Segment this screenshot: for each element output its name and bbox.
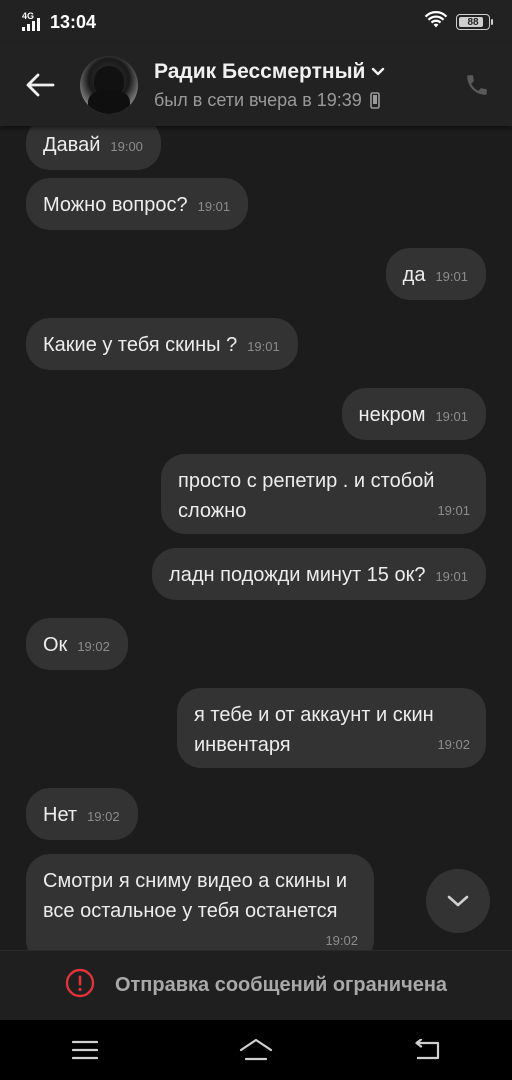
message-text: Можно вопрос? bbox=[43, 194, 188, 216]
arrow-left-icon bbox=[26, 73, 55, 97]
message-time: 19:01 bbox=[435, 569, 468, 584]
message-incoming[interactable]: Смотри я сниму видео а скины и все остал… bbox=[26, 854, 374, 950]
contact-status: был в сети вчера в 19:39 bbox=[154, 89, 362, 110]
scroll-to-bottom-button[interactable] bbox=[426, 869, 490, 933]
avatar[interactable] bbox=[80, 56, 138, 114]
message-text: я тебе и от аккаунт и скин инвентаря bbox=[194, 704, 434, 756]
message-time: 19:02 bbox=[77, 639, 110, 654]
message-text: Ок bbox=[43, 634, 68, 656]
home-icon bbox=[239, 1038, 273, 1061]
message-time: 19:02 bbox=[437, 737, 470, 752]
message-incoming[interactable]: Давай 19:00 bbox=[26, 126, 161, 170]
wifi-icon bbox=[424, 10, 448, 34]
message-outgoing[interactable]: да 19:01 bbox=[385, 248, 486, 300]
message-incoming[interactable]: Ок 19:02 bbox=[26, 618, 128, 670]
message-time: 19:01 bbox=[435, 269, 468, 284]
back-button[interactable] bbox=[0, 44, 80, 126]
message-list[interactable]: Давай 19:00 Можно вопрос? 19:01 да 19:01… bbox=[0, 126, 512, 950]
message-outgoing[interactable]: просто с репетир . и стобой сложно 19:01 bbox=[161, 454, 486, 534]
message-time: 19:01 bbox=[435, 409, 468, 424]
message-outgoing[interactable]: ладн подожди минут 15 ок? 19:01 bbox=[152, 548, 486, 600]
message-time: 19:02 bbox=[325, 933, 358, 948]
chevron-down-icon bbox=[447, 895, 469, 907]
message-incoming[interactable]: Какие у тебя скины ? 19:01 bbox=[26, 318, 298, 370]
message-time: 19:01 bbox=[437, 503, 470, 518]
message-text: просто с репетир . и стобой сложно bbox=[178, 470, 435, 522]
menu-icon bbox=[72, 1040, 99, 1060]
battery-icon: 88 bbox=[456, 14, 493, 30]
restriction-text: Отправка сообщений ограничена bbox=[114, 974, 448, 996]
message-text: да bbox=[402, 264, 426, 286]
battery-level: 88 bbox=[467, 16, 479, 28]
message-time: 19:01 bbox=[247, 339, 280, 354]
alert-circle-icon bbox=[65, 968, 95, 1003]
message-text: Давай bbox=[43, 134, 101, 156]
mobile-icon bbox=[370, 91, 380, 109]
message-text: некром bbox=[358, 404, 426, 426]
phone-icon bbox=[467, 75, 487, 95]
message-text: Нет bbox=[43, 804, 78, 826]
message-time: 19:01 bbox=[197, 199, 231, 214]
chevron-down-icon bbox=[372, 67, 385, 75]
message-time: 19:00 bbox=[110, 139, 143, 154]
call-button[interactable] bbox=[462, 70, 492, 100]
message-time: 19:02 bbox=[87, 809, 120, 824]
system-nav-bar bbox=[0, 1020, 512, 1080]
message-incoming[interactable]: Нет 19:02 bbox=[26, 788, 138, 840]
return-icon bbox=[415, 1039, 439, 1060]
message-text: Какие у тебя скины ? bbox=[43, 334, 238, 356]
message-outgoing[interactable]: я тебе и от аккаунт и скин инвентаря 19:… bbox=[177, 688, 486, 768]
clock: 13:04 bbox=[50, 11, 97, 32]
signal-icon: 4G bbox=[22, 11, 42, 32]
menu-button[interactable] bbox=[55, 1020, 115, 1080]
back-nav-button[interactable] bbox=[397, 1020, 457, 1080]
chat-header: Радик Бессмертный был в сети вчера в 19:… bbox=[0, 44, 512, 126]
contact-info[interactable]: Радик Бессмертный был в сети вчера в 19:… bbox=[154, 60, 385, 111]
status-bar: 4G 13:04 88 bbox=[0, 0, 512, 44]
home-button[interactable] bbox=[226, 1020, 286, 1080]
contact-name: Радик Бессмертный bbox=[154, 59, 366, 83]
message-incoming[interactable]: Можно вопрос? 19:01 bbox=[26, 178, 249, 230]
message-restriction-bar: Отправка сообщений ограничена bbox=[0, 950, 512, 1020]
message-outgoing[interactable]: некром 19:01 bbox=[341, 388, 486, 440]
message-text: ладн подожди минут 15 ок? bbox=[169, 564, 426, 586]
message-text: Смотри я сниму видео а скины и все остал… bbox=[43, 870, 348, 922]
